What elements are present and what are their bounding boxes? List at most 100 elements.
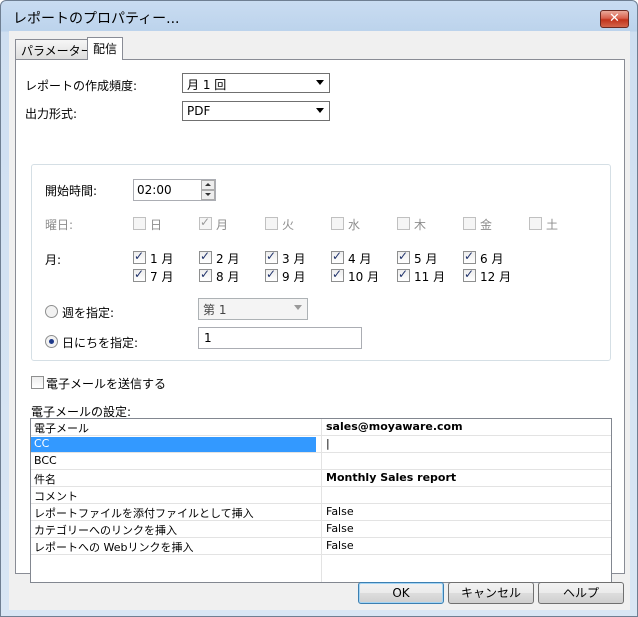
chevron-down-icon xyxy=(294,305,302,310)
month-label-item: 1 月 xyxy=(150,252,174,266)
table-row[interactable]: 電子メール sales@moyaware.com xyxy=(31,419,611,436)
row-value[interactable]: sales@moyaware.com xyxy=(326,420,606,433)
email-settings-grid[interactable]: 電子メール sales@moyaware.com CC | BCC 件名 Monthly S… xyxy=(30,418,612,583)
month-label-item: 7 月 xyxy=(150,270,174,284)
row-value[interactable]: False xyxy=(326,505,606,518)
month-label-item: 5 月 xyxy=(414,252,438,266)
weekday-checkbox[interactable] xyxy=(463,217,476,230)
month-label-item: 10 月 xyxy=(348,270,380,284)
spin-down-icon[interactable] xyxy=(201,190,215,200)
row-key: BCC xyxy=(34,454,57,467)
month-label-item: 12 月 xyxy=(480,270,512,284)
month-checkbox[interactable] xyxy=(331,249,344,264)
month-label: 月: xyxy=(45,253,62,267)
title-bar[interactable]: レポートのプロパティー... ✕ xyxy=(1,1,637,31)
output-format-label: 出力形式: xyxy=(25,107,78,121)
close-button[interactable]: ✕ xyxy=(600,10,629,28)
output-format-select[interactable]: PDF xyxy=(182,101,330,121)
weekday-checkbox[interactable] xyxy=(265,217,278,230)
tab-label: パラメーター xyxy=(21,44,93,58)
month-label-item: 2 月 xyxy=(216,252,240,266)
dialog-window: レポートのプロパティー... ✕ パラメーター 配信 レポートの作成頻度: 月 … xyxy=(0,0,638,617)
table-row[interactable]: レポートファイルを添付ファイルとして挿入 False xyxy=(31,504,611,521)
week-radio-label: 週を指定: xyxy=(62,306,115,320)
month-checkbox[interactable] xyxy=(265,249,278,264)
weekday-checkbox[interactable] xyxy=(331,217,344,230)
dialog-client: パラメーター 配信 レポートの作成頻度: 月 1 回 出力形式: PDF 開始時… xyxy=(9,31,630,610)
table-row[interactable]: カテゴリーへのリンクを挿入 False xyxy=(31,521,611,538)
row-value[interactable]: False xyxy=(326,539,606,552)
month-label-item: 3 月 xyxy=(282,252,306,266)
spin-up-icon[interactable] xyxy=(201,180,215,190)
day-input[interactable]: 1 xyxy=(198,327,362,349)
weekday-label-item: 土 xyxy=(546,218,559,232)
month-label-item: 6 月 xyxy=(480,252,504,266)
month-checkbox[interactable] xyxy=(265,267,278,282)
month-checkbox[interactable] xyxy=(133,249,146,264)
week-select[interactable]: 第 1 xyxy=(198,298,308,320)
weekday-label-item: 火 xyxy=(282,218,295,232)
start-time-value: 02:00 xyxy=(137,183,172,197)
chevron-down-icon xyxy=(316,80,324,85)
month-checkbox[interactable] xyxy=(199,267,212,282)
month-checkbox[interactable] xyxy=(397,249,410,264)
row-value[interactable]: | xyxy=(326,437,606,450)
tab-label: 配信 xyxy=(93,42,118,56)
row-key: 電子メール xyxy=(34,422,89,435)
close-icon: ✕ xyxy=(609,11,620,26)
start-time-label: 開始時間: xyxy=(45,184,98,198)
table-row[interactable]: レポートへの Webリンクを挿入 False xyxy=(31,538,611,555)
send-email-label: 電子メールを送信する xyxy=(46,377,167,391)
weekday-label-item: 水 xyxy=(348,218,361,232)
start-time-spinner[interactable]: 02:00 xyxy=(133,179,216,201)
month-checkbox[interactable] xyxy=(199,249,212,264)
weekday-label-item: 金 xyxy=(480,218,493,232)
weekday-checkbox[interactable] xyxy=(199,215,212,230)
cancel-button[interactable]: キャンセル xyxy=(448,582,534,604)
weekday-label-item: 木 xyxy=(414,218,427,232)
frequency-select[interactable]: 月 1 回 xyxy=(182,73,330,93)
weekday-label-item: 日 xyxy=(150,218,163,232)
tab-delivery[interactable]: 配信 xyxy=(87,37,124,60)
table-row[interactable]: BCC xyxy=(31,453,611,470)
month-checkbox[interactable] xyxy=(463,267,476,282)
row-value[interactable]: False xyxy=(326,522,606,535)
window-title: レポートのプロパティー... xyxy=(13,11,180,27)
month-checkbox[interactable] xyxy=(133,267,146,282)
row-key: レポートファイルを添付ファイルとして挿入 xyxy=(34,507,254,520)
row-key: CC xyxy=(31,437,316,452)
delivery-panel: レポートの作成頻度: 月 1 回 出力形式: PDF 開始時間: 02:00 曜… xyxy=(15,59,625,583)
day-value: 1 xyxy=(204,331,212,345)
row-value[interactable]: Monthly Sales report xyxy=(326,471,606,484)
schedule-group: 開始時間: 02:00 曜日: 日 月 火 水 木 金 土 月: 1 月 2 月 3 月 4 月 5… xyxy=(31,164,611,361)
weekday-checkbox[interactable] xyxy=(133,217,146,230)
month-checkbox[interactable] xyxy=(463,249,476,264)
day-radio-label: 日にちを指定: xyxy=(62,336,139,350)
day-radio[interactable] xyxy=(45,335,58,348)
row-key: コメント xyxy=(34,490,78,503)
chevron-down-icon xyxy=(316,108,324,113)
row-key: 件名 xyxy=(34,473,56,486)
weekday-checkbox[interactable] xyxy=(529,217,542,230)
week-radio[interactable] xyxy=(45,305,58,318)
row-key: レポートへの Webリンクを挿入 xyxy=(34,541,194,554)
row-key: カテゴリーへのリンクを挿入 xyxy=(34,524,177,537)
table-row[interactable]: CC | xyxy=(31,436,611,453)
frequency-label: レポートの作成頻度: xyxy=(25,79,138,93)
month-label-item: 11 月 xyxy=(414,270,446,284)
month-checkbox[interactable] xyxy=(397,267,410,282)
weekday-label: 曜日: xyxy=(45,218,74,232)
frequency-value: 月 1 回 xyxy=(187,78,227,92)
output-format-value: PDF xyxy=(187,104,211,118)
month-label-item: 4 月 xyxy=(348,252,372,266)
help-button[interactable]: ヘルプ xyxy=(538,582,624,604)
table-row[interactable]: コメント xyxy=(31,487,611,504)
ok-button[interactable]: OK xyxy=(358,582,444,604)
table-row[interactable]: 件名 Monthly Sales report xyxy=(31,470,611,487)
month-label-item: 9 月 xyxy=(282,270,306,284)
month-checkbox[interactable] xyxy=(331,267,344,282)
send-email-checkbox[interactable] xyxy=(31,376,44,389)
weekday-label-item: 月 xyxy=(216,218,229,232)
weekday-checkbox[interactable] xyxy=(397,217,410,230)
month-label-item: 8 月 xyxy=(216,270,240,284)
